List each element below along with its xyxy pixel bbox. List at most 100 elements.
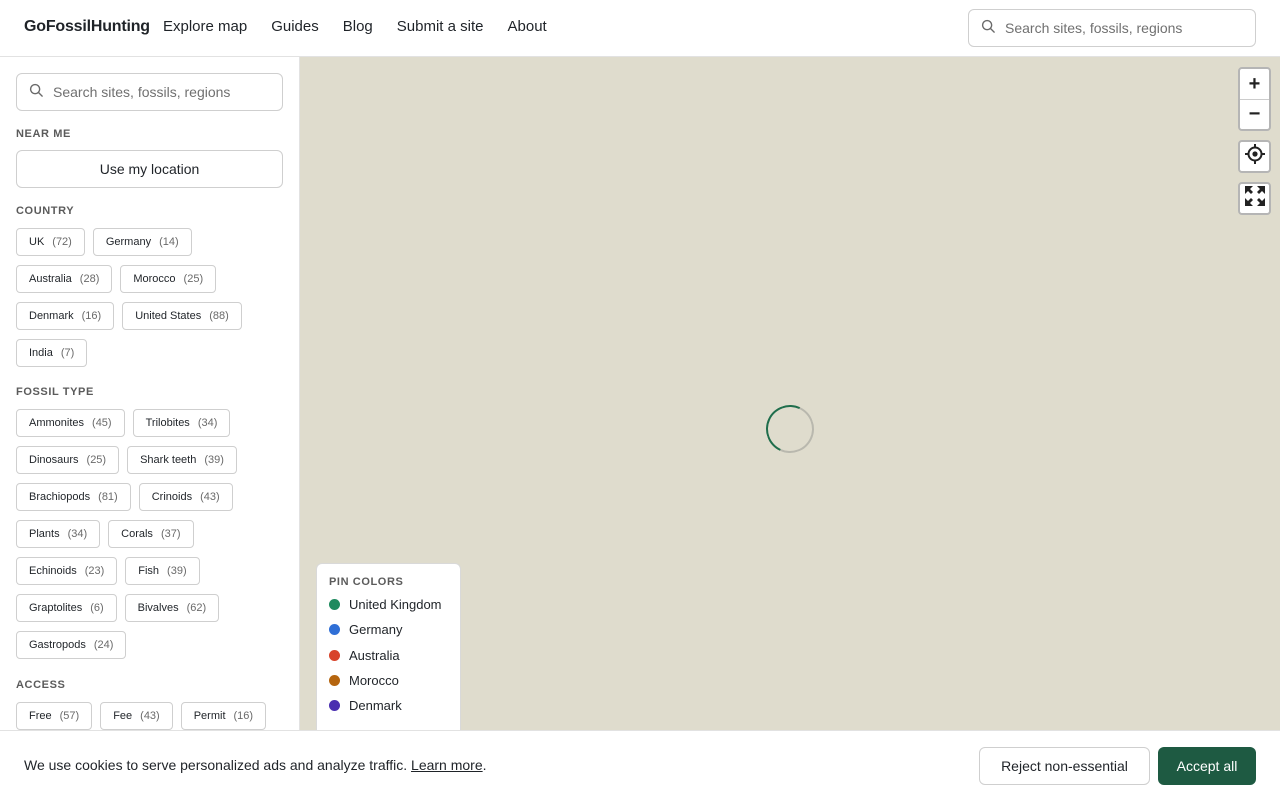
chip-label: India [29,347,53,359]
chip-count: (6) [90,602,104,614]
chip-label: Shark teeth [140,454,197,466]
chip-count: (16) [233,710,254,722]
country-chip[interactable]: India (7) [16,339,88,367]
chip-count: (28) [79,273,100,285]
fossil-chip[interactable]: Corals (37) [108,520,194,548]
country-chip[interactable]: United States (88) [122,302,242,330]
country-heading: COUNTRY [16,205,75,217]
fossil-chip[interactable]: Gastropods (24) [16,631,127,659]
fossil-type-chips: Ammonites (45) Trilobites (34) Dinosaurs (25)… [16,409,286,659]
access-chip[interactable]: Permit (16) [180,702,267,730]
header-search-input[interactable] [1005,20,1225,36]
chip-count: (43) [200,491,220,503]
legend-item: Denmark [329,693,448,718]
chip-label: Echinoids [29,565,77,577]
legend-label: Denmark [349,698,402,714]
fossil-chip[interactable]: Brachiopods (81) [16,483,131,511]
chip-label: Bivalves [137,602,179,614]
reject-cookies-button[interactable]: Reject non-essential [979,747,1150,785]
fossil-chip[interactable]: Trilobites (34) [132,409,231,437]
cookie-text: We use cookies to serve personalized ads… [24,757,408,773]
chip-label: Germany [105,236,152,248]
chip-label: Ammonites [29,417,85,429]
accept-cookies-button[interactable]: Accept all [1158,747,1256,785]
chip-label: Free [29,710,52,722]
fossil-chip[interactable]: Dinosaurs (25) [16,446,120,474]
nav-about[interactable]: About [508,18,547,35]
nav-submit-site[interactable]: Submit a site [397,18,484,35]
nav-explore-map[interactable]: Explore map [163,18,247,35]
search-icon [981,19,995,38]
country-chip[interactable]: Germany (14) [92,228,192,256]
country-chip[interactable]: Morocco (25) [120,265,217,293]
crosshair-icon [1244,143,1266,170]
fossil-chip[interactable]: Bivalves (62) [124,594,220,622]
legend-item: Morocco [329,668,448,693]
use-location-button[interactable]: Use my location [16,150,283,188]
chip-label: Corals [121,528,153,540]
chip-label: UK [29,236,45,248]
fossil-chip[interactable]: Plants (34) [16,520,101,548]
access-chip[interactable]: Free (57) [16,702,93,730]
chip-label: Permit [193,710,226,722]
site-logo[interactable]: GoFossilHunting [24,18,150,36]
chip-label: Fish [138,565,160,577]
chip-count: (25) [183,273,204,285]
chip-count: (7) [60,347,75,359]
map-canvas[interactable]: + − PIN COLORS United Kingdom Germany Aust… [300,57,1280,800]
legend-title: PIN COLORS [329,576,404,588]
country-chip[interactable]: UK (72) [16,228,85,256]
chip-label: Dinosaurs [29,454,79,466]
pin-color-legend: PIN COLORS United Kingdom Germany Australi… [316,563,461,743]
filter-sidebar: NEAR ME Use my location COUNTRY UK (72) Ge… [0,57,300,800]
access-chips: Free (57) Fee (43) Permit (16) [16,702,286,730]
zoom-out-button[interactable]: − [1240,99,1269,129]
chip-label: Australia [29,273,72,285]
chip-count: (43) [140,710,160,722]
access-chip[interactable]: Fee (43) [100,702,173,730]
chip-count: (37) [160,528,181,540]
legend-label: Australia [349,647,400,663]
locate-me-button[interactable] [1238,140,1271,173]
chip-label: Gastropods [29,639,86,651]
access-heading: ACCESS [16,679,66,691]
sidebar-search-input[interactable] [53,84,273,100]
fossil-chip[interactable]: Echinoids (23) [16,557,118,585]
chip-label: Morocco [133,273,176,285]
pin-color-dot [329,624,340,636]
cookie-banner: We use cookies to serve personalized ads… [0,730,1280,800]
fossil-chip[interactable]: Crinoids (43) [138,483,233,511]
legend-list: United Kingdom Germany Australia Morocco Den… [329,592,448,718]
chip-count: (39) [167,565,187,577]
fossil-chip[interactable]: Fish (39) [125,557,200,585]
chip-label: Denmark [29,310,74,322]
legend-label: Morocco [349,673,399,689]
chip-count: (39) [204,454,224,466]
fullscreen-icon [1244,185,1266,212]
loading-spinner [759,398,821,460]
nav-guides[interactable]: Guides [271,18,319,35]
chip-label: Brachiopods [29,491,91,503]
country-chip[interactable]: Denmark (16) [16,302,115,330]
legend-label: Germany [349,622,403,638]
country-chip[interactable]: Australia (28) [16,265,113,293]
chip-count: (34) [197,417,218,429]
chip-label: Crinoids [151,491,193,503]
chip-label: United States [135,310,202,322]
fossil-chip[interactable]: Ammonites (45) [16,409,125,437]
fullscreen-button[interactable] [1238,182,1271,215]
chip-count: (81) [98,491,118,503]
zoom-in-button[interactable]: + [1240,69,1269,99]
legend-item: Australia [329,643,448,668]
pin-color-dot [329,649,340,661]
fossil-chip[interactable]: Shark teeth (39) [127,446,237,474]
nav-blog[interactable]: Blog [343,18,373,35]
learn-more-link[interactable]: Learn more [411,757,483,773]
pin-color-dot [329,599,340,611]
chip-count: (88) [209,310,229,322]
fossil-chip[interactable]: Graptolites (6) [16,594,117,622]
sidebar-search[interactable] [16,73,283,111]
header-search[interactable] [968,9,1256,47]
chip-count: (72) [52,236,72,248]
zoom-controls: + − [1238,67,1271,131]
